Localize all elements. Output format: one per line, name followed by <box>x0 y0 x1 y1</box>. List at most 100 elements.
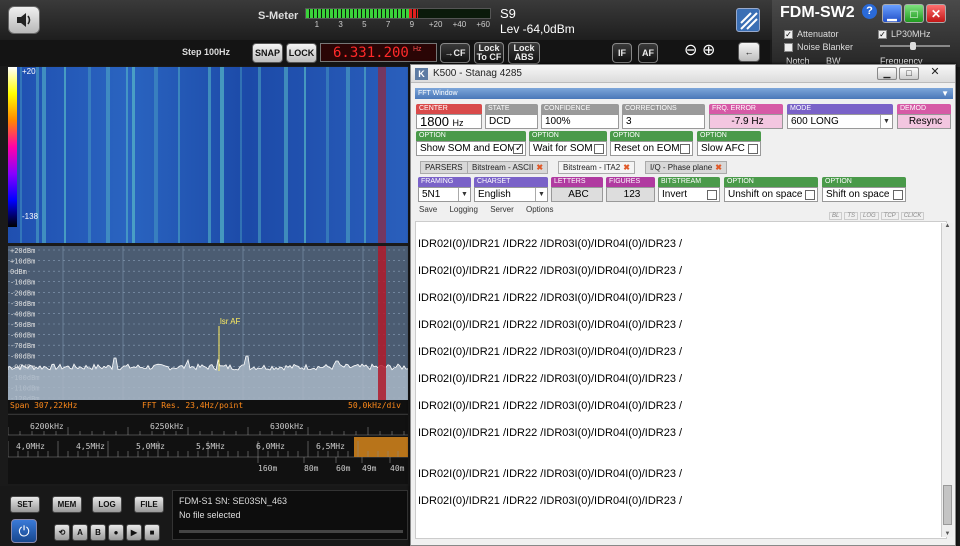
tcp-button[interactable]: TCP <box>880 212 899 220</box>
ts-button[interactable]: TS <box>844 212 859 220</box>
playback-slider[interactable] <box>179 530 403 533</box>
vertical-scrollbar[interactable]: ▲ ▼ <box>941 223 953 537</box>
lp-slider-track[interactable] <box>880 42 950 50</box>
scroll-down-icon[interactable]: ▼ <box>942 531 953 537</box>
spectrum-db-label: +10dBm <box>10 258 35 266</box>
attenuator-option[interactable]: Attenuator <box>784 29 839 40</box>
file-button[interactable]: FILE <box>134 496 164 513</box>
charset-select[interactable]: English ▼ <box>474 187 548 202</box>
spectrum-tool-icon[interactable] <box>736 8 760 32</box>
maximize-button[interactable]: □ <box>904 4 924 23</box>
frequency-scale[interactable]: 6200kHz 6250kHz 6300kHz 4,0MHz 4,5MHz 5,0MHz 5… <box>7 414 408 484</box>
lp30-option[interactable]: LP30MHz <box>878 29 931 40</box>
noise-blanker-checkbox[interactable] <box>784 43 793 53</box>
to-cf-button[interactable]: → CF <box>440 43 470 63</box>
reset-eom-checkbox[interactable] <box>680 144 690 154</box>
decoded-text-area[interactable]: IDR02I(0)/IDR21 /IDR22 /IDR03I(0)/IDR04I… <box>415 221 947 539</box>
slow-afc-checkbox[interactable] <box>748 144 758 154</box>
shift-checkbox[interactable] <box>893 190 903 200</box>
mem-button[interactable]: MEM <box>52 496 82 513</box>
zoom-out-icon[interactable]: ⊖ <box>684 40 697 60</box>
tab-iq-phase-plane[interactable]: I/Q - Phase plane ✖ <box>645 161 727 174</box>
options-link[interactable]: Options <box>526 205 554 214</box>
help-button[interactable]: ? <box>862 4 877 19</box>
b-button[interactable]: B <box>90 524 106 541</box>
k500-close-button[interactable]: ✕ <box>925 67 945 80</box>
lock-abs-button[interactable]: Lock ABS <box>508 42 540 64</box>
speaker-button[interactable] <box>8 6 40 34</box>
fft-window-bar[interactable]: FFT Window ▼ <box>415 88 953 99</box>
mode-field: MODE 600 LONG ▼ <box>787 104 893 129</box>
khz-tick-label: 6200kHz <box>30 422 64 431</box>
record-button[interactable]: ● <box>108 524 124 541</box>
lock-to-cf-button[interactable]: Lock To CF <box>474 42 504 64</box>
mode-select[interactable]: 600 LONG ▼ <box>787 114 893 129</box>
tab-bitstream-ascii[interactable]: Bitstream - ASCII ✖ <box>467 161 549 174</box>
click-button[interactable]: CLICK <box>900 212 925 220</box>
server-link[interactable]: Server <box>490 205 514 214</box>
shift-toggle[interactable]: Shift on space <box>822 187 906 202</box>
waterfall-bottom-level: -138 <box>22 212 39 221</box>
set-button[interactable]: SET <box>10 496 40 513</box>
minimize-button[interactable]: ▁ <box>882 4 902 23</box>
loop-icon: ⟲ <box>58 528 66 537</box>
center-value[interactable]: 1800 Hz <box>416 114 482 129</box>
a-button[interactable]: A <box>72 524 88 541</box>
smeter-fill <box>306 9 409 18</box>
lp-slider-thumb[interactable] <box>910 42 916 50</box>
log-button[interactable]: LOG <box>92 496 122 513</box>
slow-afc-toggle[interactable]: Slow AFC <box>697 141 761 156</box>
resync-button[interactable]: Resync <box>897 114 951 129</box>
smeter-tick: +60 <box>476 20 490 29</box>
unshift-toggle[interactable]: Unshift on space <box>724 187 818 202</box>
reset-eom-toggle[interactable]: Reset on EOM <box>610 141 693 156</box>
logging-link[interactable]: Logging <box>449 205 477 214</box>
save-link[interactable]: Save <box>419 205 437 214</box>
loop-button[interactable]: ⟲ <box>54 524 70 541</box>
play-button[interactable]: ▶ <box>126 524 142 541</box>
show-som-toggle[interactable]: Show SOM and EOM <box>416 141 526 156</box>
k500-maximize-button[interactable]: □ <box>899 67 919 80</box>
bitstream-field: BITSTREAM Invert <box>658 177 720 202</box>
close-tab-icon[interactable]: ✖ <box>536 163 543 172</box>
af-button[interactable]: AF <box>638 43 658 63</box>
framing-select[interactable]: 5N1 ▼ <box>418 187 471 202</box>
lock-button[interactable]: LOCK <box>286 43 317 63</box>
attenuator-checkbox[interactable] <box>784 30 793 40</box>
tab-bitstream-ita2[interactable]: Bitstream - ITA2 ✖ <box>558 161 635 174</box>
scrollbar-thumb[interactable] <box>943 485 952 525</box>
wait-som-toggle[interactable]: Wait for SOM <box>529 141 607 156</box>
mhz-tick-label: 5,5MHz <box>196 442 225 451</box>
noise-blanker-option[interactable]: Noise Blanker <box>784 42 853 53</box>
wait-som-checkbox[interactable] <box>594 144 604 154</box>
close-button[interactable]: ✕ <box>926 4 946 23</box>
close-tab-icon[interactable]: ✖ <box>623 163 630 172</box>
power-button[interactable]: ⏻ <box>11 519 37 543</box>
invert-checkbox[interactable] <box>707 190 717 200</box>
back-button[interactable]: ← <box>738 42 760 62</box>
spectrum-display[interactable]: +20dBm +10dBm 0dBm -10dBm -20dBm -30dBm -40dBm… <box>8 246 408 400</box>
scroll-up-icon[interactable]: ▲ <box>942 223 953 229</box>
close-tab-icon[interactable]: ✖ <box>715 163 722 172</box>
invert-toggle[interactable]: Invert <box>658 187 720 202</box>
unshift-checkbox[interactable] <box>805 190 815 200</box>
mhz-tick-label: 4,5MHz <box>76 442 105 451</box>
letters-button[interactable]: ABC <box>551 187 603 202</box>
snap-button[interactable]: SNAP <box>252 43 283 63</box>
tuned-frequency-marker[interactable] <box>378 246 386 400</box>
if-button[interactable]: IF <box>612 43 632 63</box>
stop-button[interactable]: ■ <box>144 524 160 541</box>
log-output-button[interactable]: LOG <box>860 212 879 220</box>
minimize-icon: ▁ <box>887 6 897 21</box>
lp30-checkbox[interactable] <box>878 30 887 40</box>
figures-button[interactable]: 123 <box>606 187 655 202</box>
tab-parsers[interactable]: PARSERS <box>420 161 468 174</box>
spectrum-db-label: -80dBm <box>10 353 35 361</box>
waterfall-display[interactable] <box>8 67 408 243</box>
bl-button[interactable]: BL <box>829 212 843 220</box>
k500-minimize-button[interactable]: ▁ <box>877 67 897 80</box>
center-field: CENTER 1800 Hz <box>416 104 482 129</box>
show-som-checkbox[interactable] <box>513 142 523 155</box>
maximize-icon: □ <box>906 68 912 78</box>
zoom-in-icon[interactable]: ⊕ <box>702 40 715 60</box>
